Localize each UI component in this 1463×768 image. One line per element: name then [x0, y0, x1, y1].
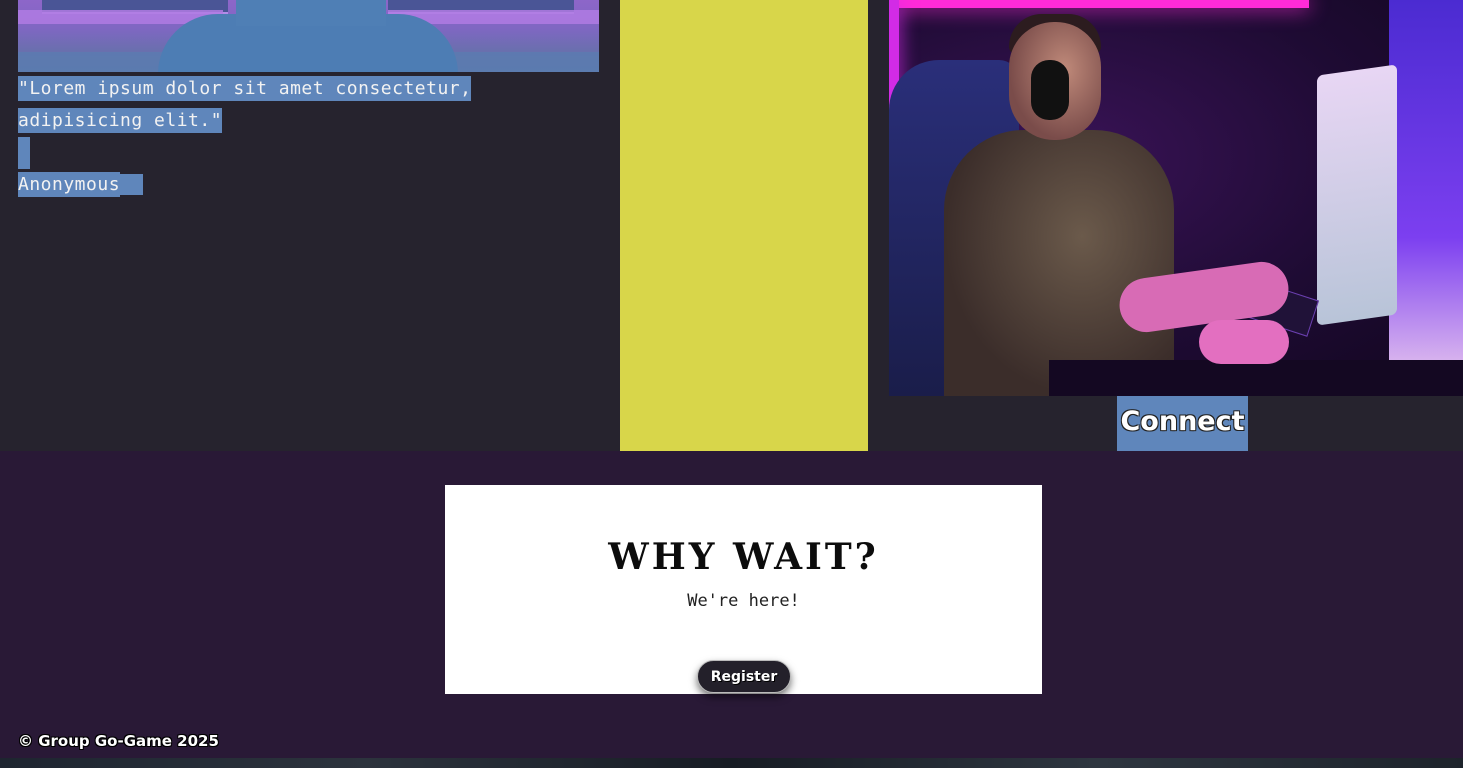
- selection-gap: [18, 137, 30, 169]
- page-bottom-background: [0, 758, 1463, 768]
- quote-line-1: "Lorem ipsum dolor sit amet consectetur,: [18, 76, 472, 101]
- gaming-setup-image: [18, 0, 599, 72]
- testimonial-section: "Lorem ipsum dolor sit amet consectetur,…: [0, 0, 1463, 451]
- quote-author: Anonymous: [18, 172, 121, 197]
- gamer-photo: [889, 0, 1463, 396]
- footer-copyright: © Group Go-Game 2025: [18, 732, 219, 750]
- headphone-icon: [1031, 60, 1069, 120]
- testimonial-quote: "Lorem ipsum dolor sit amet consectetur,…: [18, 73, 538, 201]
- register-button[interactable]: Register: [697, 660, 791, 693]
- quote-line-2: adipisicing elit.": [18, 108, 223, 133]
- cta-title: WHY WAIT?: [608, 536, 879, 578]
- page: "Lorem ipsum dolor sit amet consectetur,…: [0, 0, 1463, 768]
- cta-section: WHY WAIT? We're here!: [0, 451, 1463, 758]
- cta-subtitle: We're here!: [687, 591, 800, 611]
- yellow-panel: [620, 0, 868, 451]
- connect-link[interactable]: Connect: [1117, 396, 1248, 451]
